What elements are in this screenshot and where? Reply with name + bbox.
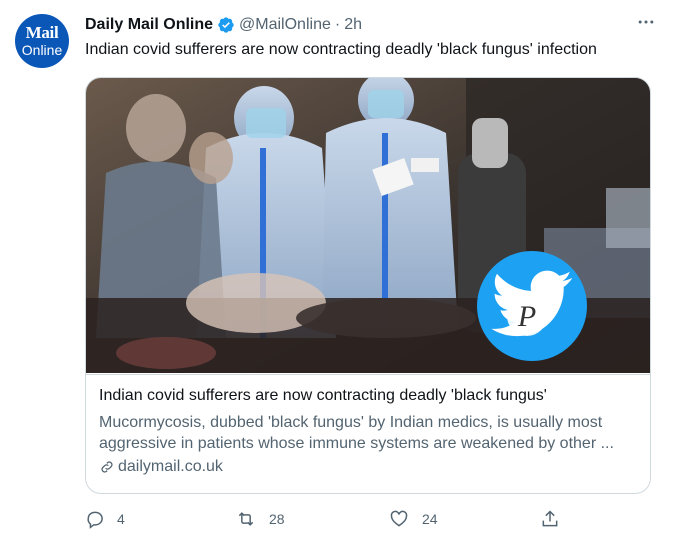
tweet-actions: 4 28 24 <box>85 509 565 533</box>
more-options-button[interactable] <box>632 12 660 36</box>
reply-count: 4 <box>117 511 125 527</box>
badge-letter: P <box>517 300 536 333</box>
link-card-description: Mucormycosis, dubbed 'black fungus' by I… <box>99 414 614 452</box>
link-icon <box>101 461 113 473</box>
twitter-bird-icon: P <box>477 251 587 361</box>
separator-dot: · <box>334 16 341 33</box>
share-icon <box>542 510 558 527</box>
retweet-icon <box>238 512 254 526</box>
verified-badge-icon <box>218 17 234 33</box>
link-card-body[interactable]: Indian covid sufferers are now contracti… <box>86 374 650 493</box>
more-icon <box>638 20 654 24</box>
link-card-domain: dailymail.co.uk <box>99 458 223 476</box>
reply-icon <box>87 511 103 529</box>
share-button[interactable] <box>540 509 572 529</box>
tweet[interactable]: Mail Online Daily Mail Online @MailOnlin… <box>0 0 685 543</box>
link-card-image[interactable]: P <box>86 78 651 373</box>
like-icon <box>390 510 408 527</box>
avatar[interactable]: Mail Online <box>15 14 69 68</box>
account-name[interactable]: Daily Mail Online <box>85 16 213 34</box>
reply-button[interactable]: 4 <box>85 509 125 529</box>
link-domain-text: dailymail.co.uk <box>118 458 223 475</box>
like-count: 24 <box>422 511 438 527</box>
account-handle[interactable]: @MailOnline <box>239 16 331 34</box>
link-card-title: Indian covid sufferers are now contracti… <box>99 387 547 404</box>
avatar-logo-line2: Online <box>21 42 63 58</box>
retweet-count: 28 <box>269 511 285 527</box>
avatar-logo-line1: Mail <box>25 23 59 42</box>
tweet-timestamp[interactable]: 2h <box>344 16 362 34</box>
link-card[interactable]: P Indian covid sufferers are now contrac… <box>85 77 651 494</box>
like-button[interactable]: 24 <box>388 509 438 529</box>
tweet-header: Daily Mail Online @MailOnline · 2h <box>85 14 362 36</box>
tweet-text: Indian covid sufferers are now contracti… <box>85 41 597 58</box>
retweet-button[interactable]: 28 <box>235 509 285 529</box>
